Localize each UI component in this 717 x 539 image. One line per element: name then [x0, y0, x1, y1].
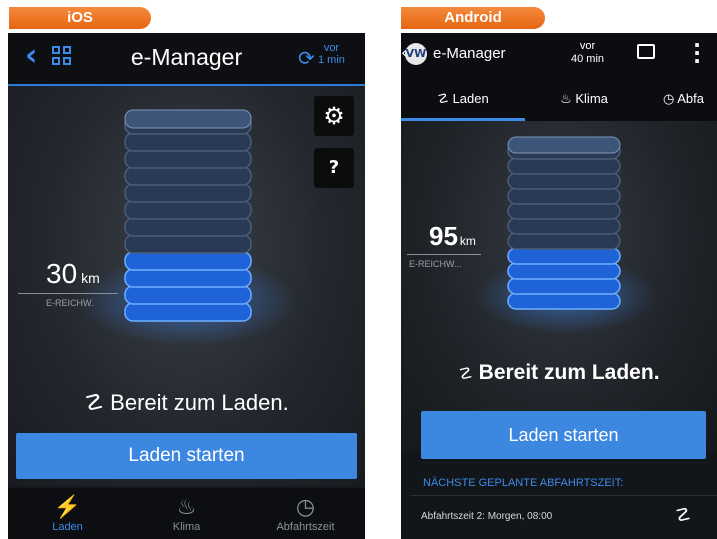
empty-cell [124, 149, 252, 169]
range-value: 30 km [46, 258, 100, 289]
empty-cell [507, 217, 621, 235]
page-title: e-Manager [433, 45, 506, 62]
empty-cell [507, 157, 621, 175]
seat-climate-icon: ♨ [176, 494, 197, 519]
empty-cell [507, 187, 621, 205]
last-sync-time: vor 1 min [318, 42, 345, 66]
charging-plug-icon: ☡ [437, 91, 449, 106]
battery-panel: 95 km E-REICHW... ☡ Bereit zum Laden. [401, 121, 717, 451]
departure-clock-icon: ◷ [663, 91, 675, 106]
ios-screen: ‹ e-Manager ⟳ vor 1 min ⚙ ? 30 km E-REIC… [8, 33, 365, 539]
settings-gear-icon[interactable]: ⚙ [314, 96, 354, 136]
android-screen: ‹ VW e-Manager vor40 min ··· ☡ Laden ♨ K… [401, 33, 717, 539]
seat-climate-icon: ♨ [560, 91, 572, 106]
android-platform-label: Android [401, 7, 545, 29]
ios-tab-bar: ⚡ Laden ♨ Klima ◷ Abfahrtszeit [8, 488, 365, 539]
charge-status: ☡ Bereit zum Laden. [458, 361, 660, 384]
empty-cell [124, 200, 252, 220]
vw-logo-icon[interactable]: VW [405, 43, 427, 65]
charging-plug-icon: ☡ [675, 505, 692, 526]
departure-time-row[interactable]: Abfahrtszeit 2: Morgen, 08:00 [421, 511, 552, 522]
empty-cell [507, 172, 621, 190]
android-tab-strip: ☡ Laden ♨ Klima ◷ Abfa [401, 76, 717, 121]
help-icon[interactable]: ? [314, 148, 354, 188]
android-action-bar: ‹ VW e-Manager vor40 min ··· [401, 33, 717, 76]
charged-cell [507, 277, 621, 295]
battery-panel: ⚙ ? 30 km E-REICHW. ☡ Bereit zum Laden. [8, 86, 365, 486]
charged-cell [507, 247, 621, 265]
empty-cell [507, 202, 621, 220]
ios-platform-label: iOS [9, 7, 151, 29]
refresh-icon[interactable]: ⟳ [298, 46, 315, 70]
range-label: E-REICHW. [46, 298, 94, 308]
battery-top-plate [124, 109, 252, 129]
departure-clock-icon: ◷ [295, 494, 316, 519]
next-departure-heading: NÄCHSTE GEPLANTE ABFAHRTSZEIT: [423, 477, 624, 489]
charged-cell [507, 262, 621, 280]
charged-cell [124, 268, 252, 288]
section-divider [411, 495, 717, 496]
battery-stack-graphic [78, 109, 298, 346]
charge-status: ☡ Bereit zum Laden. [84, 390, 289, 415]
empty-cell [124, 234, 252, 254]
empty-cell [124, 183, 252, 203]
charged-cell [124, 285, 252, 305]
battery-top-plate [507, 136, 621, 154]
tab-abfahrtszeit[interactable]: ◷ Abfa [663, 76, 717, 121]
range-divider [18, 293, 118, 294]
tab-klima[interactable]: ♨ Klima [127, 488, 246, 539]
range-divider [407, 254, 481, 255]
tab-laden[interactable]: ⚡ Laden [8, 488, 127, 539]
charging-plug-icon: ☡ [458, 366, 473, 383]
tab-klima[interactable]: ♨ Klima [539, 76, 629, 121]
empty-cell [124, 132, 252, 152]
overflow-menu-icon[interactable]: · · · [693, 35, 701, 71]
message-icon[interactable] [637, 44, 655, 59]
start-charging-button[interactable]: Laden starten [421, 411, 706, 459]
charging-plug-icon: ☡ [84, 390, 105, 415]
tab-abfahrtszeit[interactable]: ◷ Abfahrtszeit [246, 488, 365, 539]
charged-cell [124, 302, 252, 322]
ios-nav-bar: ‹ e-Manager ⟳ vor 1 min [8, 33, 365, 86]
start-charging-button[interactable]: Laden starten [16, 433, 357, 479]
range-value: 95 km [429, 221, 476, 251]
last-sync-time: vor 40 min [571, 40, 605, 65]
charging-plug-icon: ⚡ [53, 494, 82, 519]
empty-cell [124, 217, 252, 237]
range-label: E-REICHW... [409, 259, 462, 269]
empty-cell [124, 166, 252, 186]
charged-cell [507, 292, 621, 310]
tab-laden[interactable]: ☡ Laden [401, 76, 525, 121]
charged-cell [124, 251, 252, 271]
empty-cell [507, 232, 621, 250]
